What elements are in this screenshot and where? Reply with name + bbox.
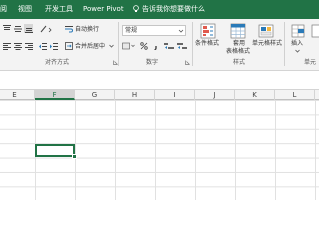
accounting-format-button[interactable] (122, 41, 136, 50)
align-middle-button[interactable] (13, 24, 22, 33)
increase-decimal-button[interactable] (163, 41, 174, 50)
cell-styles-label[interactable]: 单元格样式 (252, 40, 282, 47)
ribbon: 自动换行 合并后居中 对齐方式 常规 数字 条件格式 套用 表格格式 单元格样式… (0, 19, 319, 71)
insert-cells-icon (291, 24, 305, 37)
tab-developer[interactable]: 开发工具 (45, 5, 73, 14)
chevron-down-icon (178, 29, 184, 33)
chevron-down-icon[interactable] (109, 44, 114, 48)
comma-icon (153, 45, 157, 50)
format-as-table-button[interactable] (227, 22, 249, 39)
column-header-h[interactable]: H (115, 90, 155, 100)
fill-handle[interactable] (72, 154, 77, 159)
delete-cells-icon (311, 24, 319, 37)
tell-me-search[interactable]: 告诉我你想要做什么 (142, 5, 205, 14)
number-format-select[interactable]: 常规 (122, 25, 186, 36)
conditional-formatting-label[interactable]: 条件格式 (195, 40, 219, 47)
percent-style-button[interactable] (139, 41, 148, 50)
align-left-button[interactable] (2, 41, 11, 50)
tab-view[interactable]: 视图 (18, 5, 32, 14)
dialog-launcher-icon[interactable] (185, 60, 190, 65)
align-right-button[interactable] (24, 41, 33, 50)
accounting-icon (122, 42, 135, 49)
lightbulb-icon (133, 5, 139, 12)
group-styles-label: 样式 (233, 59, 246, 66)
align-bottom-icon (24, 27, 33, 33)
column-header-f[interactable]: F (35, 90, 75, 100)
tab-power-pivot[interactable]: Power Pivot (83, 5, 124, 14)
formula-bar-area (0, 71, 319, 89)
align-center-icon (13, 42, 22, 50)
format-as-table-label-1[interactable]: 套用 (233, 40, 245, 47)
align-top-button[interactable] (2, 24, 11, 33)
orientation-button[interactable] (40, 24, 52, 33)
comma-style-button[interactable] (151, 41, 160, 50)
cell-styles-button[interactable] (255, 22, 277, 39)
align-right-icon (24, 42, 33, 50)
chevron-down-icon[interactable] (295, 49, 300, 53)
increase-decimal-icon (163, 42, 174, 49)
column-header-k[interactable]: K (235, 90, 275, 100)
wrap-text-icon (64, 25, 73, 32)
active-cell[interactable] (35, 144, 75, 157)
align-left-icon (2, 42, 11, 50)
align-top-icon (2, 24, 11, 30)
group-divider (192, 22, 193, 66)
decrease-indent-icon (38, 42, 47, 50)
ribbon-tab-bar: 阅 视图 开发工具 Power Pivot 告诉我你想要做什么 (0, 0, 319, 19)
decrease-decimal-button[interactable] (176, 41, 187, 50)
group-number-label: 数字 (146, 59, 159, 66)
align-middle-icon (13, 25, 22, 32)
delete-cells-button[interactable] (311, 22, 319, 39)
merge-center-icon-button[interactable] (64, 41, 73, 50)
merge-center-label[interactable]: 合并后居中 (75, 43, 105, 50)
align-center-button[interactable] (13, 41, 22, 50)
align-bottom-button[interactable] (24, 24, 33, 33)
decrease-indent-button[interactable] (38, 41, 47, 50)
group-divider (118, 22, 119, 66)
increase-indent-button[interactable] (49, 41, 58, 50)
group-cells-label: 单元 (304, 59, 317, 66)
conditional-formatting-button[interactable] (197, 22, 219, 39)
insert-label[interactable]: 插入 (291, 40, 303, 47)
conditional-formatting-icon (200, 23, 216, 38)
decrease-decimal-icon (176, 42, 187, 49)
cell-styles-icon (258, 24, 274, 37)
merge-center-icon (64, 41, 73, 50)
column-header-row: E F G H I J K L (0, 89, 319, 100)
orientation-icon (40, 25, 52, 32)
column-header-g[interactable]: G (75, 90, 115, 100)
column-header-j[interactable]: J (195, 90, 235, 100)
format-as-table-label-2[interactable]: 表格格式 (226, 48, 250, 55)
column-header-i[interactable]: I (155, 90, 195, 100)
group-divider (284, 22, 285, 66)
column-header-l[interactable]: L (275, 90, 315, 100)
group-alignment-label: 对齐方式 (45, 59, 70, 66)
number-format-value: 常规 (125, 27, 138, 34)
increase-indent-icon (49, 42, 58, 50)
wrap-text-icon-button[interactable] (64, 24, 73, 33)
percent-icon (139, 41, 148, 50)
tab-review[interactable]: 阅 (0, 5, 7, 14)
insert-cells-button[interactable] (289, 22, 307, 39)
wrap-text-label[interactable]: 自动换行 (75, 26, 99, 33)
table-icon (230, 23, 246, 38)
column-header-e[interactable]: E (0, 90, 35, 100)
